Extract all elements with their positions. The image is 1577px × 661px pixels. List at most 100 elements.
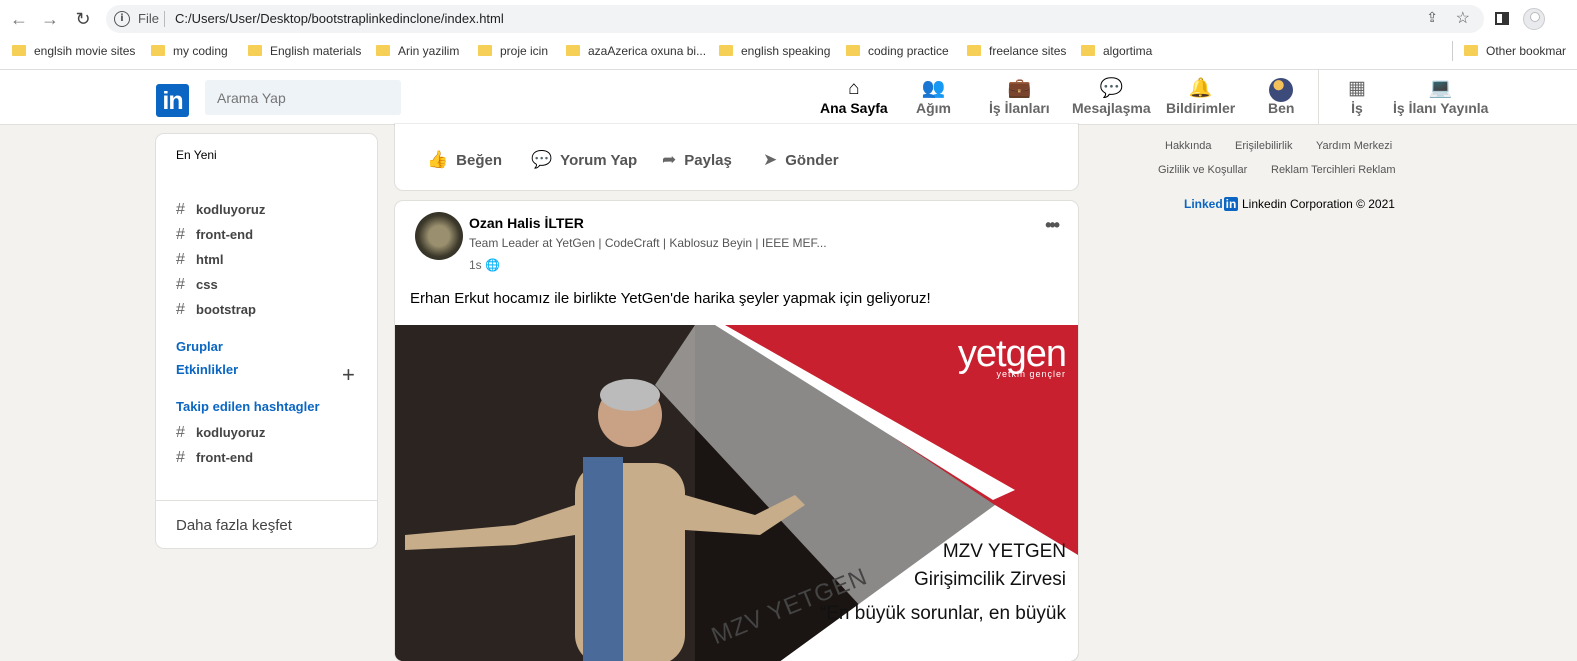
- left-sidebar: En Yeni # kodluyoruz # front-end # html # cs…: [156, 134, 377, 548]
- nav-post-job[interactable]: 💻 İş İlanı Yayınla: [1393, 78, 1488, 116]
- author-avatar[interactable]: [415, 212, 463, 260]
- hashtag-icon: #: [176, 226, 185, 243]
- footer-about-link[interactable]: Hakkında: [1165, 140, 1211, 152]
- nav-label: Mesajlaşma: [1072, 100, 1151, 116]
- bookmark-label: englsih movie sites: [34, 44, 136, 58]
- folder-icon: [566, 45, 580, 56]
- author-name[interactable]: Ozan Halis İLTER: [469, 215, 584, 231]
- post-text: Erhan Erkut hocamız ile birlikte YetGen'…: [410, 290, 931, 307]
- share-button[interactable]: ➦ Paylaş: [662, 150, 732, 170]
- events-link[interactable]: Etkinlikler: [176, 362, 238, 377]
- yetgen-tagline: yetkin gençler: [996, 369, 1066, 379]
- file-label: File: [138, 11, 159, 26]
- copyright-text: Linkedin Corporation © 2021: [1242, 197, 1395, 211]
- nav-work[interactable]: ▦ İş: [1348, 78, 1366, 116]
- nav-network[interactable]: 👥 Ağım: [916, 78, 951, 116]
- bookmark-label: Other bookmar: [1486, 44, 1567, 58]
- bookmarks-divider: [1452, 41, 1453, 61]
- star-icon[interactable]: ☆: [1456, 8, 1470, 28]
- bookmark-label: freelance sites: [989, 44, 1067, 58]
- like-button[interactable]: 👍 Beğen: [427, 150, 502, 170]
- side-panel-icon[interactable]: [1495, 12, 1509, 25]
- folder-icon: [248, 45, 262, 56]
- address-bar[interactable]: i File C:/Users/User/Desktop/bootstrapli…: [106, 5, 1484, 33]
- bookmark-item[interactable]: algortima: [1081, 43, 1152, 59]
- bookmark-item[interactable]: Arin yazilim: [376, 43, 459, 59]
- grid-icon: ▦: [1348, 78, 1366, 99]
- reload-icon[interactable]: ↻: [72, 8, 94, 30]
- share-icon[interactable]: ⇪: [1426, 9, 1438, 26]
- nav-label: Ana Sayfa: [820, 100, 888, 116]
- footer-privacy-link[interactable]: Gizlilik ve Koşullar: [1158, 164, 1247, 176]
- bookmark-item[interactable]: freelance sites: [967, 43, 1066, 59]
- nav-messaging[interactable]: 💬 Mesajlaşma: [1072, 78, 1151, 116]
- folder-icon: [151, 45, 165, 56]
- hashtag-item[interactable]: # kodluyoruz: [176, 201, 265, 219]
- hashtag-label: css: [196, 277, 218, 292]
- action-label: Gönder: [785, 152, 839, 169]
- hashtag-item[interactable]: # front-end: [176, 226, 253, 244]
- nav-me[interactable]: Ben: [1268, 78, 1294, 116]
- bookmark-item[interactable]: coding practice: [846, 43, 949, 59]
- folder-icon: [376, 45, 390, 56]
- bookmarks-bar: englsih movie sites my coding English ma…: [0, 38, 1577, 64]
- bookmark-item[interactable]: English materials: [248, 43, 361, 59]
- nav-jobs[interactable]: 💼 İş İlanları: [989, 78, 1050, 116]
- nav-label: Ben: [1268, 100, 1295, 116]
- bookmark-label: coding practice: [868, 44, 949, 58]
- footer-ads-link[interactable]: Reklam Tercihleri Reklam: [1271, 164, 1396, 176]
- bookmark-item[interactable]: englsih movie sites: [12, 43, 135, 59]
- bookmark-label: English materials: [270, 44, 362, 58]
- laptop-icon: 💻: [1428, 78, 1453, 99]
- discover-more-button[interactable]: Daha fazla keşfet: [156, 500, 377, 548]
- more-options-icon[interactable]: •••: [1045, 215, 1060, 236]
- other-bookmarks[interactable]: Other bookmar: [1464, 43, 1566, 59]
- nav-label: Bildirimler: [1166, 100, 1236, 116]
- header-divider: [1318, 70, 1319, 125]
- url-text[interactable]: C:/Users/User/Desktop/bootstraplinkedinc…: [175, 11, 504, 26]
- footer-accessibility-link[interactable]: Erişilebilirlik: [1235, 140, 1292, 152]
- image-title: MZV YETGEN: [942, 541, 1066, 562]
- hashtag-icon: #: [176, 424, 185, 441]
- bookmark-item[interactable]: english speaking: [719, 43, 830, 59]
- info-icon[interactable]: i: [114, 11, 130, 27]
- bookmark-item[interactable]: proje icin: [478, 43, 548, 59]
- bookmark-label: my coding: [173, 44, 228, 58]
- nav-home[interactable]: ⌂ Ana Sayfa: [820, 78, 888, 116]
- image-quote: “En büyük sorunlar, en büyük: [819, 603, 1066, 624]
- comment-button[interactable]: 💬 Yorum Yap: [531, 150, 637, 170]
- hashtag-icon: #: [176, 276, 185, 293]
- hashtag-item[interactable]: # front-end: [176, 449, 253, 467]
- footer-help-link[interactable]: Yardım Merkezi: [1316, 140, 1392, 152]
- bookmark-label: english speaking: [741, 44, 831, 58]
- folder-icon: [967, 45, 981, 56]
- hashtag-item[interactable]: # kodluyoruz: [176, 424, 265, 442]
- folder-icon: [719, 45, 733, 56]
- home-icon: ⌂: [848, 78, 860, 99]
- send-icon: ➤: [763, 150, 778, 169]
- linkedin-logo[interactable]: in: [156, 84, 189, 117]
- post-time: 1s 🌐: [469, 258, 500, 272]
- search-input[interactable]: [205, 80, 401, 115]
- bookmark-item[interactable]: azaAzerica oxuna bi...: [566, 43, 706, 59]
- folder-icon: [478, 45, 492, 56]
- hashtag-item[interactable]: # bootstrap: [176, 301, 256, 319]
- hashtag-icon: #: [176, 251, 185, 268]
- hashtag-item[interactable]: # css: [176, 276, 218, 294]
- hashtag-label: kodluyoruz: [196, 202, 266, 217]
- hashtag-label: front-end: [196, 450, 254, 465]
- bookmark-label: proje icin: [500, 44, 549, 58]
- forward-icon[interactable]: →: [39, 8, 61, 30]
- back-icon[interactable]: ←: [8, 8, 30, 30]
- profile-icon[interactable]: [1523, 8, 1545, 30]
- followed-hashtags-link[interactable]: Takip edilen hashtagler: [176, 399, 320, 414]
- add-event-icon[interactable]: +: [342, 364, 355, 386]
- avatar: [1268, 78, 1294, 102]
- bookmark-item[interactable]: my coding: [151, 43, 228, 59]
- post-image[interactable]: yetgen yetkin gençler MZV YETGEN MZV YET…: [395, 325, 1078, 661]
- hashtag-item[interactable]: # html: [176, 251, 223, 269]
- groups-link[interactable]: Gruplar: [176, 339, 223, 354]
- nav-notifications[interactable]: 🔔 Bildirimler: [1166, 78, 1235, 116]
- image-subtitle: Girişimcilik Zirvesi: [914, 569, 1066, 590]
- send-button[interactable]: ➤ Gönder: [763, 150, 839, 170]
